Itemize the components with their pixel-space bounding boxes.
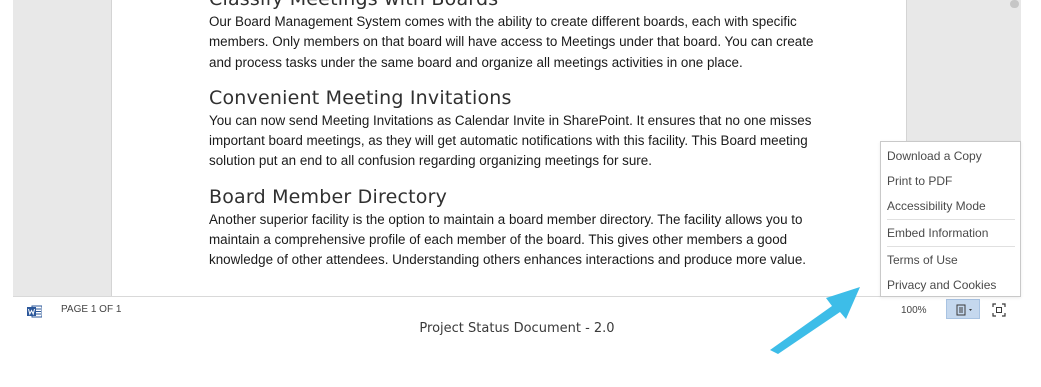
menu-item-download-copy[interactable]: Download a Copy (887, 149, 982, 163)
section-body: Our Board Management System comes with t… (209, 14, 814, 70)
document-view-icon (956, 304, 972, 316)
menu-item-accessibility-mode[interactable]: Accessibility Mode (887, 199, 986, 213)
pointer-arrow-icon (770, 287, 860, 354)
document-content: Classify Meetings with Boards Our Board … (209, 0, 819, 283)
section-body: Another superior facility is the option … (209, 211, 807, 268)
menu-item-print-pdf[interactable]: Print to PDF (887, 174, 952, 188)
document-viewer[interactable]: Classify Meetings with Boards Our Board … (13, 0, 1021, 296)
scrollbar-thumb[interactable] (1010, 0, 1019, 8)
document-caption: Project Status Document - 2.0 (419, 321, 615, 336)
menu-item-terms-of-use[interactable]: Terms of Use (887, 253, 958, 267)
section-heading: Classify Meetings with Boards (209, 0, 819, 12)
section-body: You can now send Meeting Invitations as … (209, 112, 812, 169)
fullscreen-icon[interactable] (992, 302, 1006, 317)
section-heading: Board Member Directory (209, 185, 448, 208)
menu-divider (887, 219, 1015, 220)
page-count: PAGE 1 OF 1 (61, 304, 122, 315)
menu-divider (887, 246, 1015, 247)
document-page: Classify Meetings with Boards Our Board … (111, 0, 907, 296)
menu-item-embed-information[interactable]: Embed Information (887, 226, 988, 240)
section-heading: Convenient Meeting Invitations (209, 86, 512, 109)
zoom-level[interactable]: 100% (901, 305, 927, 316)
view-mode-button[interactable] (946, 299, 980, 319)
menu-item-privacy-cookies[interactable]: Privacy and Cookies (887, 278, 996, 292)
options-menu: Download a Copy Print to PDF Accessibili… (880, 141, 1021, 297)
word-icon (27, 303, 43, 318)
